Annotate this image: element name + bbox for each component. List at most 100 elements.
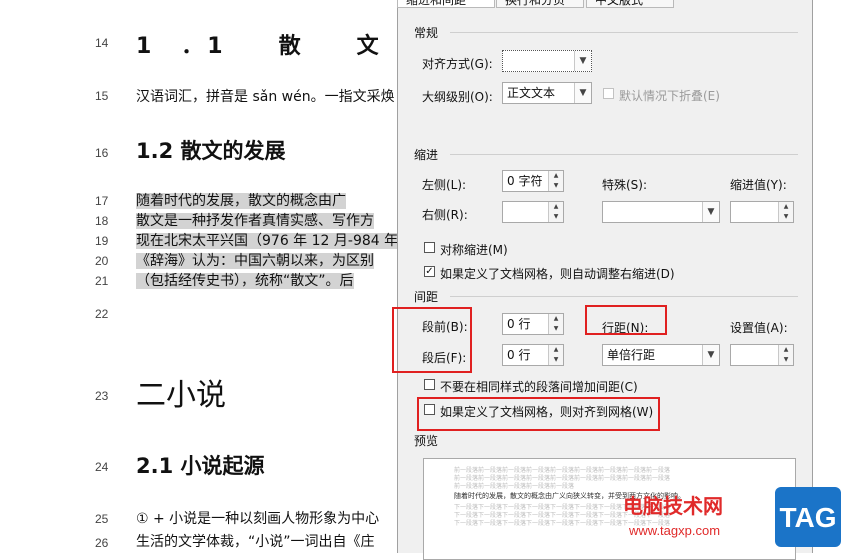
outline-level-label: 大纲级别(O):	[422, 90, 493, 104]
selected-text: 现在北宋太平兴国（976 年 12 月-984 年	[136, 233, 399, 249]
left-indent-input[interactable]: 0 字符 ▲ ▼	[502, 170, 564, 192]
line-number: 18	[95, 214, 109, 228]
spinner[interactable]: ▲ ▼	[548, 202, 563, 222]
alignment-label: 对齐方式(G):	[422, 57, 493, 71]
highlight-line-spacing	[585, 305, 667, 335]
spinner[interactable]: ▲ ▼	[548, 345, 563, 365]
preview-section-title: 预览	[414, 434, 439, 448]
indent-by-input[interactable]: ▲ ▼	[730, 201, 794, 223]
paragraph-line[interactable]: ① + 小说是一种以刻画人物形象为中心	[136, 508, 400, 528]
at-input[interactable]: ▲ ▼	[730, 344, 794, 366]
no-space-same-style-checkbox[interactable]	[424, 379, 435, 390]
auto-adjust-checkbox[interactable]: ✓	[424, 266, 435, 277]
collapse-label: 默认情况下折叠(E)	[619, 89, 720, 103]
line-number: 22	[95, 307, 109, 321]
spinner[interactable]: ▲ ▼	[548, 314, 563, 334]
paragraph-line[interactable]: 生活的文学体裁，“小说”一词出自《庄	[136, 531, 400, 551]
space-before-value: 0 行	[507, 317, 531, 331]
spin-up-icon[interactable]: ▲	[549, 314, 563, 324]
spin-up-icon[interactable]: ▲	[549, 345, 563, 355]
selected-text: 随着时代的发展，散文的概念由广	[136, 193, 346, 209]
spin-up-icon[interactable]: ▲	[549, 171, 563, 181]
highlight-snap-to-grid	[417, 397, 660, 431]
line-number: 14	[95, 36, 109, 50]
tag-logo: TAG	[779, 502, 836, 533]
tab-asian-typography[interactable]: 中文版式	[586, 0, 674, 8]
outline-level-value: 正文文本	[507, 86, 556, 100]
right-indent-label: 右侧(R):	[422, 208, 468, 222]
divider	[450, 32, 798, 33]
tab-indent-spacing[interactable]: 缩进和间距	[397, 0, 495, 8]
selected-line[interactable]: 随着时代的发展，散文的概念由广	[136, 190, 400, 210]
selected-line[interactable]: 散文是一种抒发作者真情实感、写作方	[136, 210, 400, 230]
heading-1-2[interactable]: 1.2 散文的发展	[136, 135, 400, 165]
at-label: 设置值(A):	[730, 321, 788, 335]
highlight-before-after	[392, 307, 472, 373]
spin-down-icon[interactable]: ▼	[779, 212, 793, 222]
watermark-url: www.tagxp.com	[628, 523, 720, 538]
indent-by-label: 缩进值(Y):	[730, 178, 787, 192]
line-spacing-value: 单倍行距	[607, 348, 656, 362]
selected-line[interactable]: （包括经传史书），统称“散文”。后	[136, 270, 400, 290]
spacing-section-title: 间距	[414, 290, 439, 304]
general-section-title: 常规	[414, 26, 439, 40]
indent-section-title: 缩进	[414, 148, 439, 162]
selected-text: 《辞海》认为：中国六朝以来，为区别	[136, 253, 374, 269]
paragraph-dialog: 缩进和间距 换行和分页 中文版式 常规 对齐方式(G): ▼ 大纲级别(O): …	[392, 0, 813, 560]
line-number: 20	[95, 254, 109, 268]
spin-down-icon[interactable]: ▼	[549, 212, 563, 222]
no-space-same-style-label: 不要在相同样式的段落间增加间距(C)	[440, 380, 638, 394]
tab-line-page-breaks[interactable]: 换行和分页	[496, 0, 584, 8]
document-page[interactable]: 14 1 ．1 散 文 15 汉语词汇，拼音是 sǎn wén。一指文采焕 16…	[0, 0, 400, 553]
watermark-site-name: 电脑技术网	[623, 494, 723, 518]
chevron-down-icon[interactable]: ▼	[702, 345, 719, 365]
space-before-input[interactable]: 0 行 ▲ ▼	[502, 313, 564, 335]
selected-line[interactable]: 《辞海》认为：中国六朝以来，为区别	[136, 250, 400, 270]
watermark: TAG 电脑技术网 www.tagxp.com	[623, 487, 841, 547]
line-number: 19	[95, 234, 109, 248]
line-number: 15	[95, 89, 109, 103]
left-indent-value: 0 字符	[507, 174, 543, 188]
selected-text: （包括经传史书），统称“散文”。后	[136, 273, 354, 289]
line-number: 21	[95, 274, 109, 288]
auto-adjust-label: 如果定义了文档网格，则自动调整右缩进(D)	[440, 267, 675, 281]
line-number: 24	[95, 460, 109, 474]
spin-down-icon[interactable]: ▼	[549, 355, 563, 365]
spin-up-icon[interactable]: ▲	[779, 202, 793, 212]
selected-line[interactable]: 现在北宋太平兴国（976 年 12 月-984 年	[136, 230, 400, 250]
spinner[interactable]: ▲ ▼	[778, 202, 793, 222]
special-indent-select[interactable]: ▼	[602, 201, 720, 223]
spinner[interactable]: ▲ ▼	[548, 171, 563, 191]
line-number: 16	[95, 146, 109, 160]
spin-up-icon[interactable]: ▲	[779, 345, 793, 355]
mirror-indent-label: 对称缩进(M)	[440, 243, 508, 257]
space-after-value: 0 行	[507, 348, 531, 362]
spinner[interactable]: ▲ ▼	[778, 345, 793, 365]
space-after-input[interactable]: 0 行 ▲ ▼	[502, 344, 564, 366]
line-number: 25	[95, 512, 109, 526]
chevron-down-icon[interactable]: ▼	[574, 83, 591, 103]
paragraph-line[interactable]: 汉语词汇，拼音是 sǎn wén。一指文采焕	[136, 86, 400, 106]
collapse-checkbox[interactable]	[603, 88, 614, 99]
heading-2-1[interactable]: 2.1 小说起源	[136, 450, 400, 480]
line-number: 26	[95, 536, 109, 550]
left-indent-label: 左侧(L):	[422, 178, 467, 192]
mirror-indent-checkbox[interactable]	[424, 242, 435, 253]
alignment-select[interactable]: ▼	[502, 50, 592, 72]
outline-level-select[interactable]: 正文文本 ▼	[502, 82, 592, 104]
line-number: 23	[95, 389, 109, 403]
line-spacing-select[interactable]: 单倍行距 ▼	[602, 344, 720, 366]
heading-1-1[interactable]: 1 ．1 散 文	[136, 28, 400, 60]
special-indent-label: 特殊(S):	[602, 178, 648, 192]
heading-2[interactable]: 二小说	[136, 370, 400, 414]
chevron-down-icon[interactable]: ▼	[702, 202, 719, 222]
spin-up-icon[interactable]: ▲	[549, 202, 563, 212]
spin-down-icon[interactable]: ▼	[549, 181, 563, 191]
selected-text: 散文是一种抒发作者真情实感、写作方	[136, 213, 374, 229]
spin-down-icon[interactable]: ▼	[779, 355, 793, 365]
spin-down-icon[interactable]: ▼	[549, 324, 563, 334]
right-indent-input[interactable]: ▲ ▼	[502, 201, 564, 223]
divider	[450, 154, 798, 155]
line-number: 17	[95, 194, 109, 208]
chevron-down-icon[interactable]: ▼	[574, 51, 591, 71]
